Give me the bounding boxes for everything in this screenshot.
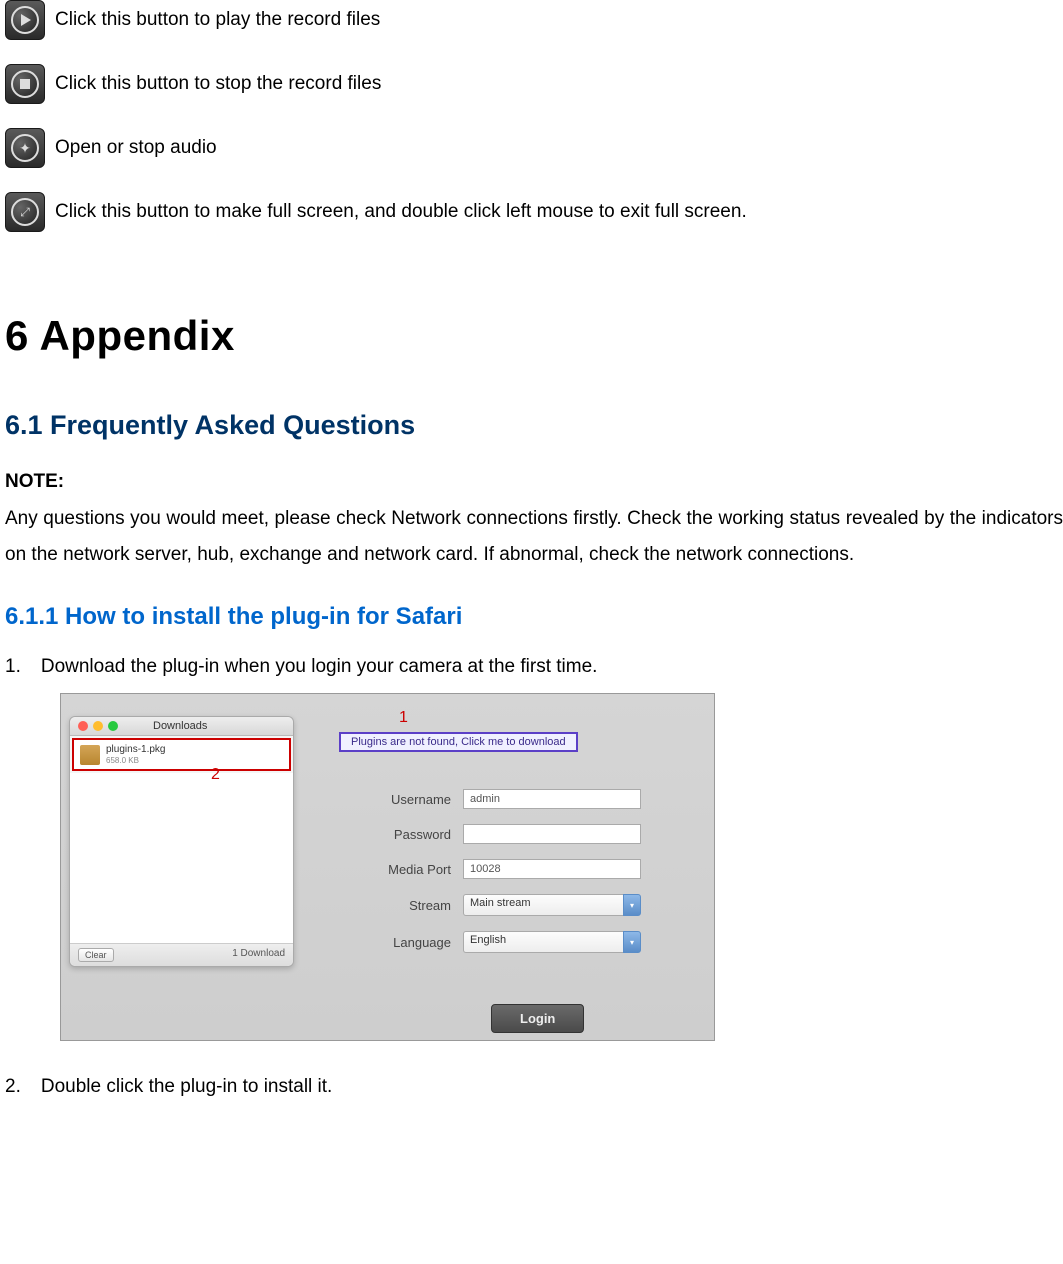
stop-icon[interactable]: [5, 64, 45, 104]
language-value: English: [463, 931, 623, 953]
login-form: Username Password Media Port Stream Main…: [361, 789, 641, 968]
username-input[interactable]: [463, 789, 641, 809]
note-text: Any questions you would meet, please che…: [0, 501, 1063, 573]
downloads-title: Downloads: [153, 720, 207, 732]
downloads-count: 1 Download: [232, 948, 285, 962]
step-2: 2. Double click the plug-in to install i…: [0, 1076, 1063, 1098]
download-item-size: 658.0 KB: [106, 756, 165, 765]
heading-sub: 6.1 Frequently Asked Questions: [0, 410, 1063, 441]
audio-icon[interactable]: ✦: [5, 128, 45, 168]
marker-2: 2: [211, 766, 220, 784]
icon-row-fullscreen-text: Click this button to make full screen, a…: [55, 201, 747, 223]
download-item[interactable]: plugins-1.pkg 658.0 KB: [72, 738, 291, 771]
clear-button[interactable]: Clear: [78, 948, 114, 962]
downloads-panel: Downloads plugins-1.pkg 658.0 KB Clear 1…: [69, 716, 294, 967]
stream-value: Main stream: [463, 894, 623, 916]
zoom-icon[interactable]: [108, 721, 118, 731]
stream-select[interactable]: Main stream ▾: [463, 894, 641, 916]
icon-row-fullscreen: ⤢ Click this button to make full screen,…: [0, 192, 1063, 232]
mediaport-label: Media Port: [361, 862, 451, 877]
heading-main: 6 Appendix: [0, 312, 1063, 360]
step-1: 1. Download the plug-in when you login y…: [0, 656, 1063, 678]
chevron-down-icon: ▾: [623, 894, 641, 916]
stream-label: Stream: [361, 898, 451, 913]
note-label: NOTE:: [0, 471, 1063, 493]
step-2-text: Double click the plug-in to install it.: [41, 1076, 332, 1098]
marker-1: 1: [399, 709, 408, 727]
play-icon[interactable]: [5, 0, 45, 40]
language-select[interactable]: English ▾: [463, 931, 641, 953]
fullscreen-icon[interactable]: ⤢: [5, 192, 45, 232]
heading-sub2: 6.1.1 How to install the plug-in for Saf…: [0, 603, 1063, 631]
password-label: Password: [361, 827, 451, 842]
language-label: Language: [361, 935, 451, 950]
icon-row-audio: ✦ Open or stop audio: [0, 128, 1063, 168]
step-1-text: Download the plug-in when you login your…: [41, 656, 598, 678]
screenshot-login: Downloads plugins-1.pkg 658.0 KB Clear 1…: [60, 693, 715, 1041]
download-item-name: plugins-1.pkg: [106, 744, 165, 756]
icon-row-stop: Click this button to stop the record fil…: [0, 64, 1063, 104]
password-input[interactable]: [463, 824, 641, 844]
pkg-icon: [80, 745, 100, 765]
chevron-down-icon: ▾: [623, 931, 641, 953]
icon-row-stop-text: Click this button to stop the record fil…: [55, 73, 381, 95]
close-icon[interactable]: [78, 721, 88, 731]
username-label: Username: [361, 792, 451, 807]
downloads-footer: Clear 1 Download: [70, 943, 293, 966]
icon-row-play: Click this button to play the record fil…: [0, 0, 1063, 40]
login-button[interactable]: Login: [491, 1004, 584, 1033]
mediaport-input[interactable]: [463, 859, 641, 879]
icon-row-play-text: Click this button to play the record fil…: [55, 9, 380, 31]
icon-row-audio-text: Open or stop audio: [55, 137, 217, 159]
downloads-header: Downloads: [70, 717, 293, 736]
plugins-download-link[interactable]: Plugins are not found, Click me to downl…: [339, 732, 578, 752]
minimize-icon[interactable]: [93, 721, 103, 731]
step-2-num: 2.: [5, 1076, 21, 1098]
step-1-num: 1.: [5, 656, 21, 678]
